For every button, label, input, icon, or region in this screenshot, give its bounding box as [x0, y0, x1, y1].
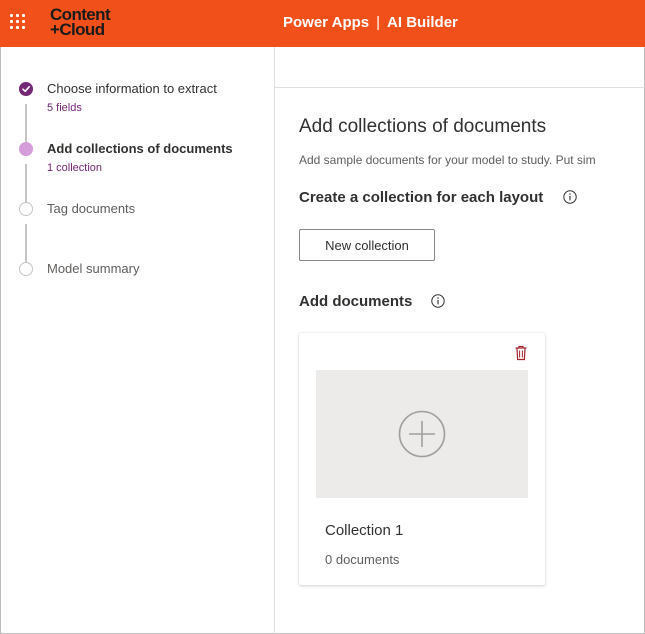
- page-title: Add collections of documents: [299, 116, 547, 137]
- info-icon[interactable]: [563, 190, 577, 204]
- app-name: Power Apps: [283, 14, 370, 31]
- step-connector: [25, 224, 27, 263]
- trash-icon[interactable]: [514, 345, 528, 361]
- collection-document-count: 0 documents: [325, 552, 400, 567]
- step-pending-indicator: [19, 202, 33, 216]
- title-separator: |: [376, 14, 381, 31]
- add-documents-heading: Add documents: [299, 293, 413, 310]
- top-bar: Content +Cloud Power Apps | AI Builder: [0, 0, 645, 47]
- logo[interactable]: Content +Cloud: [50, 6, 120, 41]
- step-title: Tag documents: [47, 201, 136, 216]
- collection-name: Collection 1: [325, 522, 404, 539]
- step-subtitle: 1 collection: [47, 162, 103, 174]
- info-icon[interactable]: [431, 294, 445, 308]
- logo-line-2: +Cloud: [50, 20, 105, 39]
- content-divider: [275, 87, 645, 88]
- step-complete-checkmark-icon: [19, 82, 33, 96]
- step-title: Model summary: [47, 261, 140, 276]
- step-pending-indicator: [19, 262, 33, 276]
- app-title: Power Apps | AI Builder: [283, 14, 458, 31]
- step-title: Choose information to extract: [47, 81, 217, 96]
- step-subtitle: 5 fields: [47, 102, 82, 114]
- waffle-icon[interactable]: [10, 14, 28, 32]
- step-connector: [25, 164, 27, 203]
- collection-card[interactable]: Collection 1 0 documents: [299, 333, 545, 585]
- section-name: AI Builder: [387, 14, 458, 31]
- add-circle-icon[interactable]: [397, 409, 447, 459]
- create-collection-heading: Create a collection for each layout: [299, 189, 544, 206]
- step-connector: [25, 104, 27, 143]
- document-upload-area[interactable]: [316, 370, 528, 498]
- page-description: Add sample documents for your model to s…: [299, 153, 596, 167]
- steps-panel: Choose information to extract 5 fields A…: [0, 47, 275, 634]
- new-collection-button[interactable]: New collection: [299, 229, 435, 261]
- step-current-indicator: [19, 142, 33, 156]
- step-title: Add collections of documents: [47, 141, 233, 156]
